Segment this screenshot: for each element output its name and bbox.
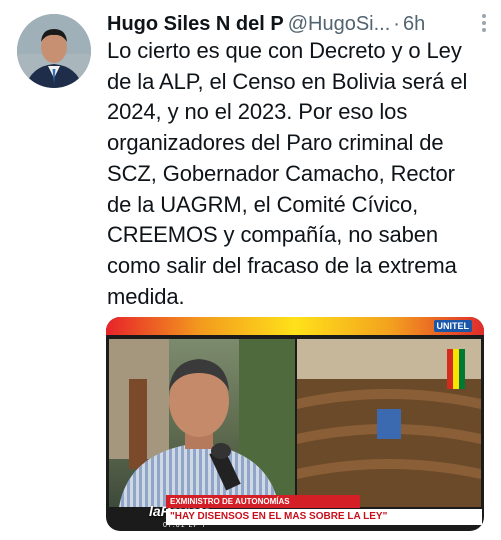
- tweet-text-line: como salir del fracaso de la extrema: [107, 252, 457, 278]
- assembly-hall-illustration: [297, 339, 481, 507]
- tweet-text-line: SCZ, Gobernador Camacho, Rector: [107, 160, 455, 186]
- interviewee-illustration: [109, 339, 295, 507]
- interview-panel: [109, 339, 295, 507]
- broadcast-top-band: UNITEL: [106, 317, 484, 335]
- tweet-text-line: de la UAGRM, el Comité Cívico,: [107, 191, 419, 217]
- tweet-text-line: 2024, y no el 2023. Por eso los: [107, 99, 408, 125]
- tweet-media-image[interactable]: UNITEL EXMINISTRO DE AUTONOMÍAS "HAY DIS…: [106, 317, 484, 531]
- tweet-text-line: Lo cierto es que con Decreto y o Ley: [107, 38, 462, 63]
- tweet-text-line: organizadores del Paro criminal de: [107, 130, 444, 156]
- avatar[interactable]: [17, 14, 91, 88]
- broadcast-ticker: 07:01 LP 7°: [163, 522, 211, 529]
- tweet-text: Lo cierto es que con Decreto y o Ley de …: [107, 36, 492, 312]
- caption-headline: "HAY DISENSOS EN EL MAS SOBRE LA LEY": [166, 509, 482, 525]
- tweet-text-line: CREEMOS y compañía, no saben: [107, 222, 439, 248]
- separator-dot: ·: [393, 13, 400, 35]
- more-vertical-icon[interactable]: [481, 14, 487, 34]
- channel-logo: UNITEL: [433, 320, 472, 332]
- caption-title: EXMINISTRO DE AUTONOMÍAS: [166, 495, 360, 508]
- author-name[interactable]: Hugo Siles N del P: [107, 13, 284, 35]
- tweet-text-line: de la ALP, el Censo en Bolivia será el: [107, 68, 468, 94]
- tweet[interactable]: Hugo Siles N del P @HugoSi... · 6h Lo ciert…: [0, 0, 501, 540]
- tweet-text-line: medida.: [107, 283, 185, 309]
- assembly-panel: [297, 339, 481, 507]
- news-lower-third: laRevista EXMINISTRO DE AUTONOMÍAS "HAY …: [106, 495, 484, 531]
- timestamp[interactable]: 6h: [403, 13, 425, 35]
- tweet-header: Hugo Siles N del P @HugoSi... · 6h: [107, 10, 489, 38]
- author-handle[interactable]: @HugoSi...: [288, 13, 391, 35]
- avatar-image: [17, 14, 91, 88]
